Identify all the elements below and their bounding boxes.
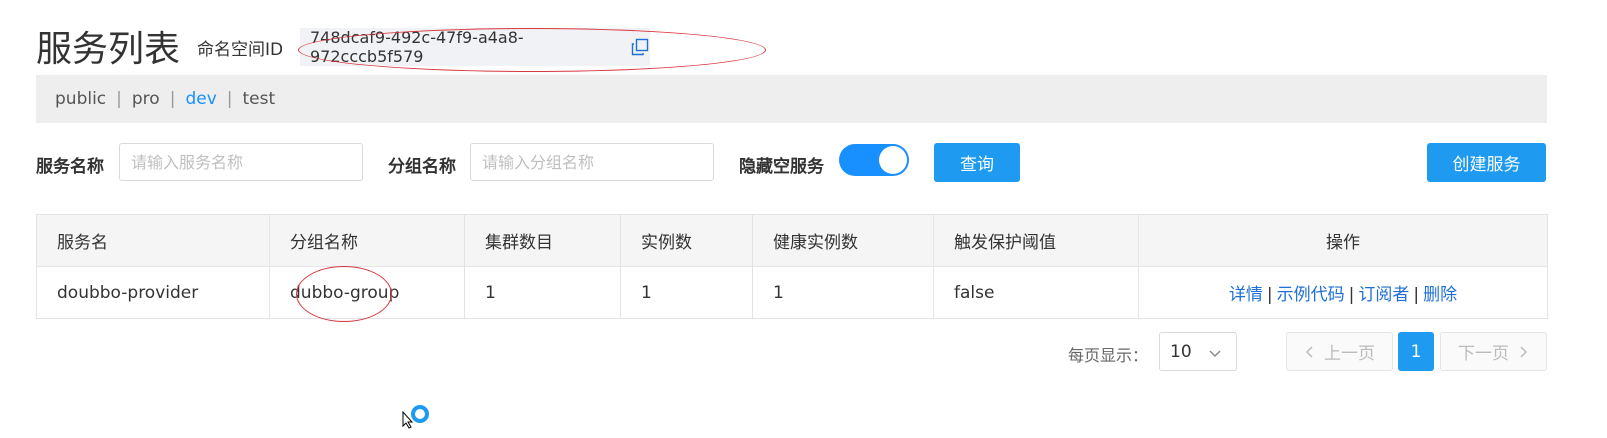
cell-cluster-count: 1 [464, 266, 621, 319]
namespace-tab-public[interactable]: public [55, 89, 106, 109]
service-table: 服务名 分组名称 集群数目 实例数 健康实例数 触发保护阈值 操作 doubbo… [36, 214, 1548, 319]
toggle-knob [879, 146, 907, 174]
separator: | [226, 89, 233, 109]
next-page-label: 下一页 [1458, 344, 1509, 364]
chevron-left-icon [1305, 345, 1313, 358]
separator: | [169, 89, 176, 109]
table-row: doubbo-provider dubbo-group 1 1 1 false … [36, 266, 1548, 319]
next-page-button[interactable]: 下一页 [1440, 332, 1547, 371]
chevron-right-icon [1520, 345, 1528, 358]
namespace-id-value: 748dcaf9-492c-47f9-a4a8-972cccb5f579 [310, 28, 524, 66]
column-header-clusters: 集群数目 [464, 214, 621, 267]
separator: | [116, 89, 122, 109]
copy-icon[interactable] [630, 37, 650, 57]
page-number-current[interactable]: 1 [1398, 332, 1434, 371]
cell-protect-threshold: false [933, 266, 1139, 319]
page-size-value: 10 [1170, 341, 1192, 362]
chevron-down-icon [1208, 345, 1222, 365]
table-header-row: 服务名 分组名称 集群数目 实例数 健康实例数 触发保护阈值 操作 [36, 214, 1548, 267]
namespace-tab-dev[interactable]: dev [185, 89, 216, 109]
query-button[interactable]: 查询 [934, 143, 1020, 182]
page-size-label: 每页显示： [1068, 346, 1149, 365]
namespace-tab-test[interactable]: test [242, 89, 275, 109]
page-title: 服务列表 [36, 29, 181, 70]
separator: | [1413, 285, 1420, 305]
loading-cursor-icon [402, 404, 432, 434]
cell-actions: 详情 | 示例代码 | 订阅者 | 删除 [1138, 266, 1548, 319]
detail-link[interactable]: 详情 [1229, 285, 1263, 305]
prev-page-button[interactable]: 上一页 [1286, 332, 1393, 371]
column-header-actions: 操作 [1138, 214, 1548, 267]
group-name-label: 分组名称 [388, 157, 456, 177]
prev-page-label: 上一页 [1324, 344, 1375, 364]
cell-instance-count: 1 [620, 266, 753, 319]
hide-empty-label: 隐藏空服务 [739, 157, 824, 177]
column-header-healthy: 健康实例数 [752, 214, 934, 267]
column-header-instances: 实例数 [620, 214, 753, 267]
cell-healthy-count: 1 [752, 266, 934, 319]
hide-empty-toggle[interactable] [839, 144, 909, 176]
cell-group-name: dubbo-group [269, 266, 465, 319]
subscribers-link[interactable]: 订阅者 [1358, 285, 1409, 305]
column-header-threshold: 触发保护阈值 [933, 214, 1139, 267]
service-name-label: 服务名称 [36, 157, 104, 177]
service-name-input[interactable] [119, 143, 363, 181]
namespace-id-label: 命名空间ID [197, 40, 284, 60]
separator: | [1266, 285, 1273, 305]
group-name-input[interactable] [470, 143, 714, 181]
namespace-id-box: 748dcaf9-492c-47f9-a4a8-972cccb5f579 [300, 28, 650, 66]
sample-code-link[interactable]: 示例代码 [1277, 285, 1345, 305]
create-service-button[interactable]: 创建服务 [1427, 143, 1546, 182]
delete-link[interactable]: 删除 [1423, 285, 1457, 305]
namespace-tab-pro[interactable]: pro [132, 89, 160, 109]
column-header-group: 分组名称 [269, 214, 465, 267]
namespace-tabs: public | pro | dev | test [36, 75, 1547, 123]
cell-service-name: doubbo-provider [36, 266, 270, 319]
separator: | [1348, 285, 1355, 305]
page-size-select[interactable]: 10 [1159, 332, 1237, 371]
column-header-service: 服务名 [36, 214, 270, 267]
